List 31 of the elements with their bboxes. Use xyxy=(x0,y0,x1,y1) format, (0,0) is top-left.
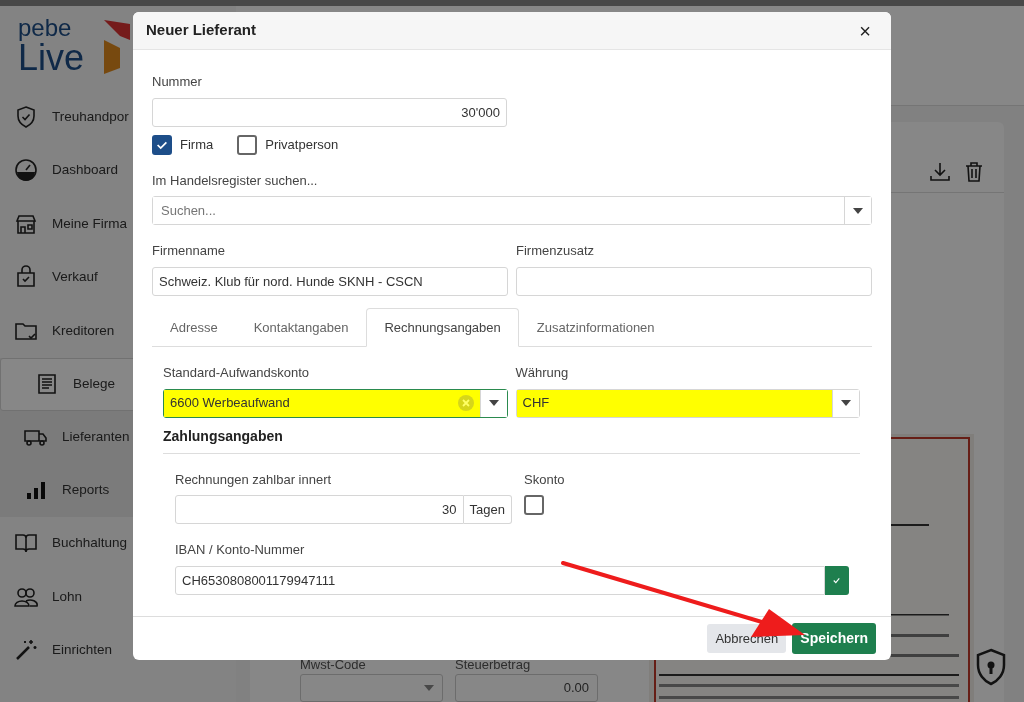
field-label: Nummer xyxy=(152,73,203,91)
field-label: Firmenname xyxy=(152,242,226,260)
iban-field[interactable]: CH6530808001179947111 xyxy=(175,565,825,595)
section-heading: Zahlungsangaben xyxy=(163,425,860,454)
input-field[interactable]: 0.00 xyxy=(455,674,598,702)
tab[interactable]: Rechnungsangaben xyxy=(366,307,519,347)
save-button[interactable]: Speichern xyxy=(792,623,876,654)
field-label: IBAN / Konto-Nummer xyxy=(175,541,306,559)
checkbox-label: Privatperson xyxy=(265,135,339,154)
field-label: Firmenzusatz xyxy=(516,242,596,260)
field-label: Währung xyxy=(515,364,570,382)
field-label: Im Handelsregister suchen... xyxy=(152,171,319,190)
dialog-title: Neuer Lieferant xyxy=(146,20,257,41)
days-field[interactable]: 30 xyxy=(175,495,464,524)
tab[interactable]: Zusatzinformationen xyxy=(518,307,673,347)
number-field[interactable]: 30'000 xyxy=(152,97,507,127)
sidebar-item[interactable]: Einrichten xyxy=(0,623,236,677)
logo-text: Live xyxy=(18,40,85,76)
tab[interactable]: Adresse xyxy=(152,307,236,347)
field-label: Mwst-Code xyxy=(300,655,366,674)
unit-label: Tagen xyxy=(463,495,512,524)
close-button[interactable]: × xyxy=(857,20,873,41)
field-label: Rechnungen zahlbar innert xyxy=(175,470,333,489)
checkbox-label: Firma xyxy=(180,135,214,154)
field-label: Skonto xyxy=(524,470,565,489)
select-field[interactable]: CHF xyxy=(515,388,860,418)
text-field[interactable]: Schweiz. Klub für nord. Hunde SKNH - CSCN xyxy=(152,266,508,296)
logo-text: pebe xyxy=(18,16,73,40)
tab[interactable]: Kontaktangaben xyxy=(235,307,367,347)
field-label: Steuerbetrag xyxy=(455,655,531,674)
select-field[interactable]: 6600 Werbeaufwand xyxy=(163,388,508,418)
